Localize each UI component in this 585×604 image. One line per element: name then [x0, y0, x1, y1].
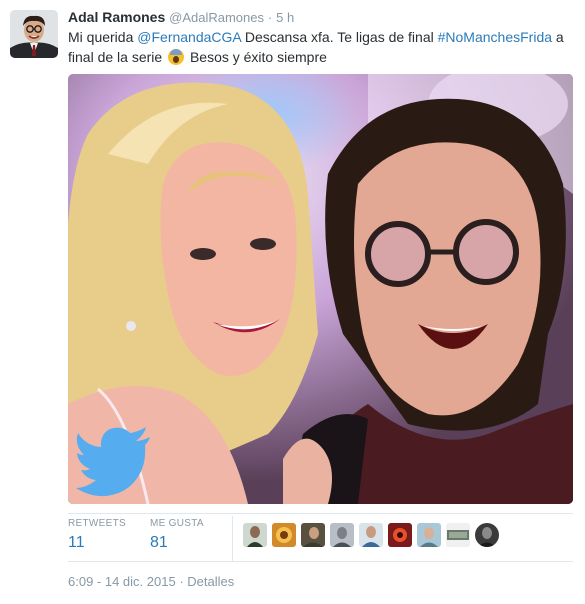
author-handle[interactable]: @AdalRamones	[169, 10, 264, 25]
tweet-text: Mi querida @FernandaCGA Descansa xfa. Te…	[68, 27, 573, 67]
liker-avatar[interactable]	[243, 523, 267, 547]
liker-avatar[interactable]	[359, 523, 383, 547]
details-link[interactable]: Detalles	[187, 574, 234, 589]
liker-avatar[interactable]	[417, 523, 441, 547]
footer-separator: ·	[179, 574, 184, 589]
tweet-footer: 6:09 - 14 dic. 2015 · Detalles	[68, 574, 234, 589]
retweets-count: 11	[68, 534, 85, 551]
likes-label: ME GUSTA	[150, 518, 204, 529]
tweet-header: Adal Ramones @AdalRamones · 5 h	[68, 9, 294, 25]
twitter-bird-icon	[76, 427, 150, 497]
liker-avatar[interactable]	[330, 523, 354, 547]
retweets-label: RETWEETS	[68, 518, 126, 529]
liker-avatar[interactable]	[446, 523, 470, 547]
stats-bottom-divider	[68, 561, 573, 562]
author-name[interactable]: Adal Ramones	[68, 9, 165, 25]
likes-count: 81	[150, 534, 168, 551]
header-separator: ·	[267, 10, 273, 25]
liker-avatar[interactable]	[272, 523, 296, 547]
tweet-text-part4: Besos y éxito siempre	[186, 49, 327, 65]
stats-top-divider	[68, 513, 573, 514]
tweet-text-part1: Mi querida	[68, 29, 138, 45]
author-avatar[interactable]	[10, 10, 58, 58]
tweet-stats: RETWEETS 11 ME GUSTA 81	[68, 518, 232, 552]
liker-avatar[interactable]	[475, 523, 499, 547]
likers-avatars	[243, 523, 499, 547]
stats-vertical-divider	[232, 516, 233, 562]
fearful-face-emoji-icon	[168, 49, 185, 65]
retweets-stat[interactable]: RETWEETS 11	[68, 518, 150, 552]
tweet-timestamp[interactable]: 6:09 - 14 dic. 2015	[68, 574, 176, 589]
liker-avatar[interactable]	[388, 523, 412, 547]
tweet-relative-time[interactable]: 5 h	[276, 10, 294, 25]
likes-stat[interactable]: ME GUSTA 81	[150, 518, 232, 552]
mention-link[interactable]: @FernandaCGA	[137, 29, 241, 45]
hashtag-link[interactable]: #NoManchesFrida	[438, 29, 552, 45]
liker-avatar[interactable]	[301, 523, 325, 547]
tweet-text-part2: Descansa xfa. Te ligas de final	[240, 29, 438, 45]
